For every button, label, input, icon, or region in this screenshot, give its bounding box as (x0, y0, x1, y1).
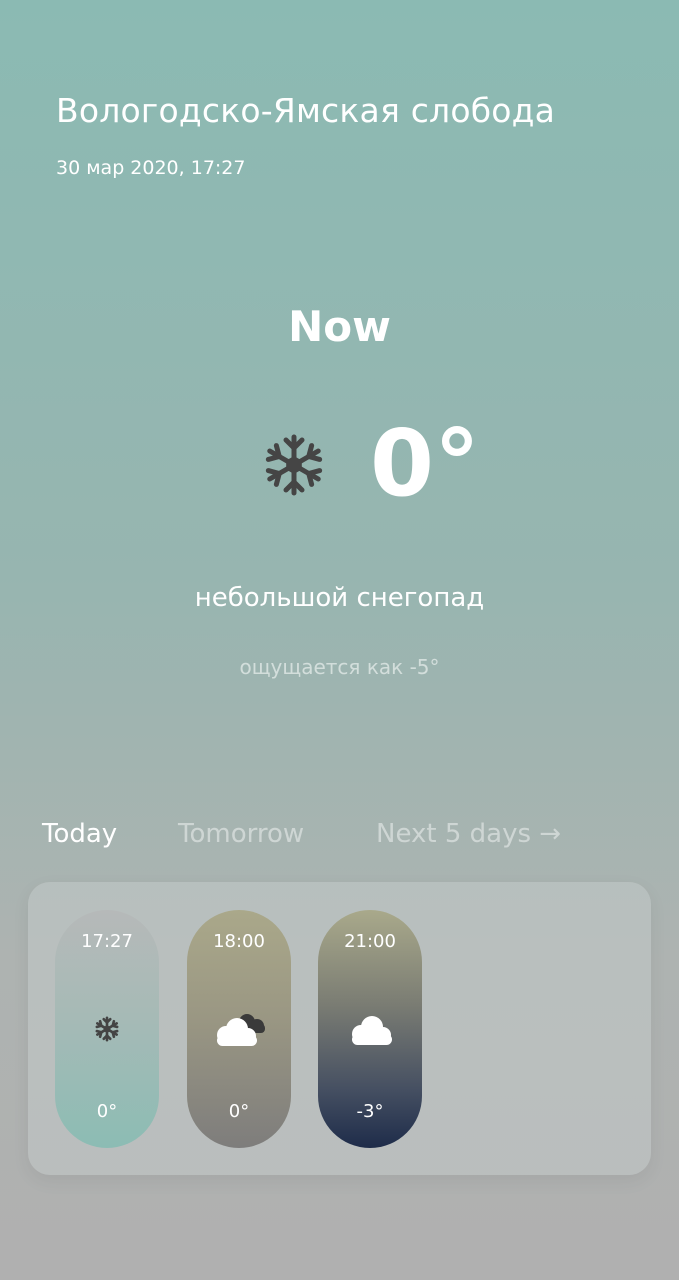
hourly-forecast-card: 17:27 0° 18:00 0° 21:00 -3° (28, 882, 651, 1175)
hourly-item[interactable]: 18:00 0° (187, 910, 291, 1148)
hourly-item[interactable]: 17:27 0° (55, 910, 159, 1148)
hourly-temp: 0° (228, 1101, 250, 1122)
forecast-tabs: Today Tomorrow Next 5 days → (42, 815, 642, 855)
date-time: 30 мар 2020, 17:27 (56, 157, 246, 179)
snowflake-icon (94, 1016, 120, 1042)
city-name: Вологодско-Ямская слобода (56, 91, 556, 130)
now-heading: Now (288, 302, 391, 351)
current-weather: 0° (0, 410, 679, 525)
tab-tomorrow[interactable]: Tomorrow (178, 815, 304, 853)
location-header: Вологодско-Ямская слобода 30 мар 2020, 1… (56, 88, 555, 180)
hourly-time: 18:00 (213, 931, 265, 952)
cloud-icon (352, 1016, 392, 1045)
hourly-temp: -3° (356, 1101, 384, 1122)
hourly-item[interactable]: 21:00 -3° (318, 910, 422, 1148)
cloudy-icon (217, 1014, 265, 1046)
feels-like: ощущается как -5° (239, 655, 440, 679)
tab-next-5-days[interactable]: Next 5 days → (376, 815, 561, 853)
hourly-time: 21:00 (344, 931, 396, 952)
hourly-time: 17:27 (81, 931, 133, 952)
tab-today[interactable]: Today (42, 815, 117, 853)
hourly-temp: 0° (96, 1101, 118, 1122)
snowflake-icon (262, 434, 326, 497)
current-temperature: 0° (370, 410, 481, 517)
weather-condition: небольшой снегопад (194, 583, 485, 613)
